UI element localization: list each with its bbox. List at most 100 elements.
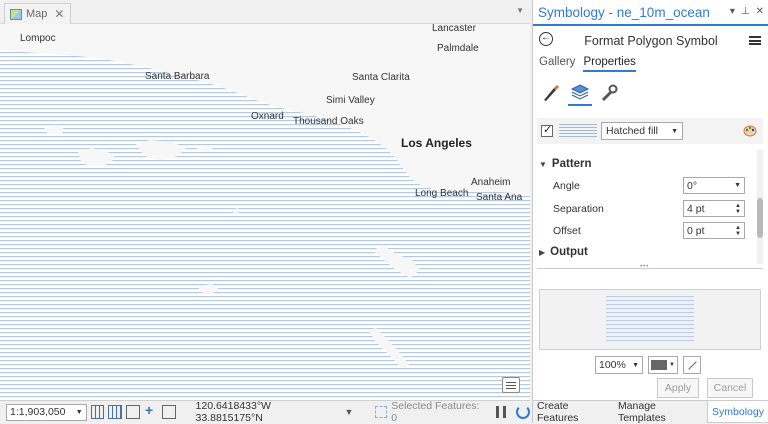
view-tabs: Gallery Properties xyxy=(539,56,636,72)
pane-header: Symbology - ne_10m_ocean ▾ ⊥ ✕ xyxy=(533,0,768,26)
close-icon[interactable]: ✕ xyxy=(54,7,64,21)
splitter-handle[interactable] xyxy=(537,264,763,274)
selection-icon xyxy=(375,406,388,418)
pause-icon[interactable] xyxy=(496,406,507,418)
refresh-icon[interactable] xyxy=(516,405,530,419)
separation-value: 4 pt xyxy=(687,202,705,215)
selected-features[interactable]: Selected Features: 0 xyxy=(375,400,486,424)
basemap-gallery-icon[interactable] xyxy=(502,377,520,393)
chevron-down-icon: ▼ xyxy=(75,408,83,416)
place-label: Santa Clarita xyxy=(352,72,410,83)
no-background-icon[interactable] xyxy=(683,356,701,374)
place-label: Long Beach xyxy=(415,188,469,199)
preview-zoom-select[interactable]: 100% ▼ xyxy=(595,356,643,374)
map-tab[interactable]: Map ✕ xyxy=(4,3,72,24)
symbol-layer-row[interactable]: Hatched fill ▼ xyxy=(537,118,763,144)
properties-panel: ▼ Pattern Angle 0° ▼ Separation 4 pt ▲ ▼ … xyxy=(537,150,763,266)
tab-gallery[interactable]: Gallery xyxy=(539,56,575,72)
preview-controls: 100% ▼ ▼ xyxy=(595,356,701,374)
tab-symbology[interactable]: Symbology xyxy=(707,401,768,423)
map-canvas[interactable]: Lancaster Lompoc Palmdale Santa Barbara … xyxy=(0,24,530,400)
pane-options-icon[interactable]: ▾ xyxy=(730,6,735,17)
selected-features-label: Selected Features: 0 xyxy=(391,400,480,424)
map-tab-bar: Map ✕ ▼ xyxy=(0,0,530,24)
map-status-bar: 1:1,903,050 ▼ 120.6418433°W 33.8815175°N… xyxy=(0,400,530,424)
chevron-right-icon: ▶ xyxy=(539,247,546,257)
spin-icon[interactable]: ▲ ▼ xyxy=(735,225,741,237)
grid-icon[interactable] xyxy=(108,405,123,419)
place-label: Lompoc xyxy=(20,33,56,44)
tab-manage-templates[interactable]: Manage Templates xyxy=(614,400,707,424)
place-label: Oxnard xyxy=(251,111,284,122)
palette-icon[interactable] xyxy=(743,124,757,137)
pane-controls: ▾ ⊥ ✕ xyxy=(730,6,764,17)
section-output[interactable]: ▶ Output xyxy=(539,246,588,258)
place-label: Lancaster xyxy=(432,24,476,34)
offset-label: Offset xyxy=(553,225,581,237)
scrollbar-thumb[interactable] xyxy=(757,198,763,238)
cancel-button[interactable]: Cancel xyxy=(707,378,753,398)
symbol-preview xyxy=(539,289,761,350)
tab-create-features[interactable]: Create Features xyxy=(533,400,614,424)
map-pane: Map ✕ ▼ Lancaster Lompoc Palmdale Santa … xyxy=(0,0,530,424)
symbology-pane: Symbology - ne_10m_ocean ▾ ⊥ ✕ ← Format … xyxy=(532,0,768,424)
preview-swatch xyxy=(606,296,694,342)
pin-icon[interactable]: ⊥ xyxy=(741,6,750,17)
snapping-icon[interactable] xyxy=(144,402,158,419)
section-output-label: Output xyxy=(550,246,588,258)
place-label: Anaheim xyxy=(471,177,511,188)
chevron-down-icon: ▼ xyxy=(734,182,741,189)
coordinate-readout: 120.6418433°W 33.8815175°N xyxy=(195,400,271,424)
format-title: Format Polygon Symbol xyxy=(584,34,718,48)
layer-type-select[interactable]: Hatched fill ▼ xyxy=(601,122,683,140)
scale-select[interactable]: 1:1,903,050 ▼ xyxy=(6,403,87,421)
separation-label: Separation xyxy=(553,203,604,215)
map-basemap xyxy=(0,50,530,400)
map-icon xyxy=(10,8,22,20)
place-label: Santa Ana xyxy=(476,192,523,203)
offset-stepper[interactable]: 0 pt ▲ ▼ xyxy=(683,222,745,239)
separation-stepper[interactable]: 4 pt ▲ ▼ xyxy=(683,200,745,217)
place-label: Palmdale xyxy=(437,43,479,54)
preview-zoom-value: 100% xyxy=(599,359,626,371)
fixed-zoom-icon[interactable] xyxy=(90,405,105,419)
chevron-down-icon: ▼ xyxy=(669,362,675,368)
tab-properties[interactable]: Properties xyxy=(583,56,636,72)
place-label-major: Los Angeles xyxy=(401,136,472,150)
place-label: Thousand Oaks xyxy=(293,116,364,127)
place-label: Santa Barbara xyxy=(145,71,210,82)
section-pattern-label: Pattern xyxy=(551,158,592,170)
brush-icon[interactable] xyxy=(539,80,563,106)
chevron-down-icon: ▼ xyxy=(671,127,678,135)
wrench-icon[interactable] xyxy=(597,80,621,106)
bottom-tabs: Create Features Manage Templates Symbolo… xyxy=(533,400,768,424)
menu-icon[interactable] xyxy=(749,36,761,45)
property-icon-tabs xyxy=(539,80,621,106)
ocean-polygon xyxy=(0,50,530,400)
chevron-down-icon: ▼ xyxy=(632,361,639,369)
properties-scrollbar[interactable] xyxy=(757,150,763,264)
close-icon[interactable]: ✕ xyxy=(756,6,764,17)
layer-visibility-checkbox[interactable] xyxy=(541,123,553,137)
table-icon[interactable] xyxy=(126,405,140,419)
chevron-down-icon[interactable]: ▼ xyxy=(345,407,354,417)
angle-field[interactable]: 0° ▼ xyxy=(683,177,745,194)
map-tab-label: Map xyxy=(26,8,48,20)
format-header: ← Format Polygon Symbol xyxy=(533,28,768,54)
scale-value: 1:1,903,050 xyxy=(10,406,66,418)
chevron-down-icon: ▼ xyxy=(539,159,547,169)
angle-value: 0° xyxy=(687,179,698,192)
apply-button[interactable]: Apply xyxy=(657,378,699,398)
layers-icon[interactable] xyxy=(568,80,592,106)
hatch-swatch xyxy=(559,124,597,138)
section-pattern[interactable]: ▼ Pattern xyxy=(539,158,592,170)
angle-label: Angle xyxy=(553,180,580,192)
spin-icon[interactable]: ▲ ▼ xyxy=(735,203,741,215)
background-swatch xyxy=(651,360,667,370)
preview-background-select[interactable]: ▼ xyxy=(648,356,678,374)
place-label: Simi Valley xyxy=(326,95,375,106)
chevron-down-icon[interactable]: ▼ xyxy=(516,6,524,15)
layer-type-value: Hatched fill xyxy=(606,125,658,137)
navigation-icon[interactable] xyxy=(161,405,176,419)
offset-value: 0 pt xyxy=(687,224,705,237)
